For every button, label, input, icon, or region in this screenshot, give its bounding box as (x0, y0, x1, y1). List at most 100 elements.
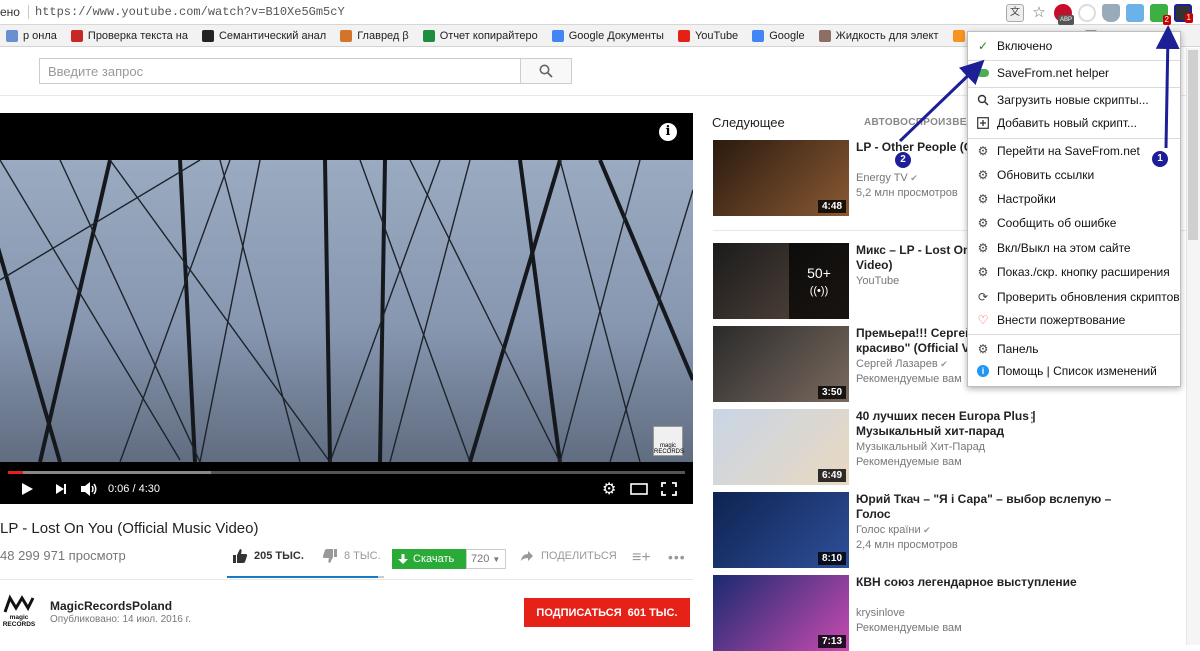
menu-item-refresh-links[interactable]: ⚙ Обновить ссылки (968, 164, 1180, 186)
square-extension-icon[interactable] (1126, 4, 1144, 22)
abp-icon[interactable]: ABP (1054, 4, 1074, 25)
theater-mode-button[interactable] (630, 479, 648, 499)
menu-label-panel: Панель (997, 342, 1039, 356)
savefrom-extension-icon[interactable]: 1 (1174, 4, 1193, 23)
video-thumbnail[interactable]: 8:10 (713, 492, 849, 568)
menu-label-enabled: Включено (997, 39, 1053, 53)
video-thumbnail[interactable]: 4:48 (713, 140, 849, 216)
menu-item-settings[interactable]: ⚙ Настройки (968, 188, 1180, 210)
menu-label-helper: SaveFrom.net helper (997, 66, 1110, 80)
like-count: 205 ТЫС. (254, 550, 304, 562)
menu-item-panel[interactable]: ⚙ Панель (968, 338, 1180, 360)
like-ratio-fill (227, 576, 378, 578)
video-thumbnail[interactable]: 50+ ((•)) (713, 243, 849, 319)
like-button[interactable]: 205 ТЫС. (232, 548, 304, 564)
settings-button[interactable]: ⚙ (602, 479, 616, 499)
bookmark-star-icon[interactable]: ☆ (1030, 4, 1048, 22)
video-thumbnail[interactable]: 7:13 (713, 575, 849, 651)
menu-item-show-hide-button[interactable]: ⚙ Показ./скр. кнопку расширения (968, 261, 1180, 283)
subscribe-button[interactable]: ПОДПИСАТЬСЯ 601 ТЫС. (524, 598, 690, 627)
recommendation-item[interactable]: 3:50 Премьера!!! Сергей Лазарев - "Так кр… (713, 326, 1061, 402)
scrollbar-thumb[interactable] (1188, 50, 1198, 240)
video-player[interactable]: i magic RECORDS 0:06 / 4:30 ⚙ (0, 113, 693, 504)
bookmark-item[interactable]: Google (746, 29, 812, 42)
menu-item-enabled[interactable]: ✓ Включено (968, 35, 1180, 57)
channel-name: YouTube (856, 275, 900, 287)
toggle-on-icon (977, 67, 989, 79)
bookmark-item[interactable]: Главред β (334, 29, 417, 42)
menu-item-helper[interactable]: SaveFrom.net helper (968, 62, 1180, 84)
shield-extension-icon[interactable] (1102, 4, 1120, 22)
gears-icon: ⚙ (977, 265, 989, 279)
more-vert-icon[interactable]: ⋮ (1025, 409, 1039, 426)
duration-badge: 6:49 (817, 469, 846, 482)
recommendation-item[interactable]: 8:10 Юрий Ткач – "Я і Сара" – выбор вслеп… (713, 492, 1111, 568)
bookmark-item[interactable]: Проверка текста на (65, 29, 196, 42)
info-icon[interactable]: i (659, 123, 677, 141)
more-options-icon[interactable]: ••• (668, 549, 686, 565)
menu-item-goto-savefrom[interactable]: ⚙ Перейти на SaveFrom.net (968, 140, 1180, 162)
recommendation-item[interactable]: 7:13 КВН союз легендарное выступление krys… (713, 575, 1077, 651)
search-input[interactable]: Введите запрос (39, 58, 521, 84)
menu-item-help[interactable]: i Помощь | Список изменений (968, 360, 1180, 382)
fullscreen-button[interactable] (661, 479, 677, 499)
bookmark-item[interactable]: Семантический анал (196, 29, 334, 42)
video-thumbnail[interactable]: 3:50 (713, 326, 849, 402)
bookmark-label: р онла (23, 29, 57, 42)
recommendation-meta: Рекомендуемые вам (856, 456, 962, 468)
bookmark-item[interactable]: р онла (0, 29, 65, 42)
menu-label-help: Помощь | Список изменений (997, 364, 1157, 378)
menu-item-donate[interactable]: ♡ Внести пожертвование (968, 309, 1180, 331)
recommendation-title[interactable]: 40 лучших песен Europa Plus | Музыкальны… (856, 409, 1116, 439)
menu-label-goto-savefrom: Перейти на SaveFrom.net (997, 144, 1140, 158)
channel-name: Голос країни (856, 524, 921, 536)
recommendation-item[interactable]: 4:48LP - Other People (Official Music Vi… (713, 140, 1082, 216)
menu-item-report-error[interactable]: ⚙ Сообщить об ошибке (968, 212, 1180, 234)
share-button[interactable]: ПОДЕЛИТЬСЯ (520, 550, 617, 562)
download-label: Скачать (413, 553, 455, 565)
video-frame[interactable] (0, 159, 693, 463)
autoplay-label: АВТОВОСПРОИЗВЕД (864, 117, 975, 128)
bookmark-label: YouTube (694, 29, 739, 42)
subscribe-label: ПОДПИСАТЬСЯ (536, 606, 622, 619)
download-button[interactable]: Скачать (392, 549, 466, 569)
bookmark-label: Семантический анал (218, 29, 327, 42)
progress-bar[interactable] (8, 471, 685, 474)
url-input[interactable]: https://www.youtube.com/watch?v=B10Xe5Gm… (35, 5, 345, 19)
download-arrow-icon (398, 553, 408, 564)
volume-button[interactable] (80, 479, 98, 499)
video-thumbnail[interactable]: 6:49 (713, 409, 849, 485)
bridge-cables-image (0, 159, 693, 463)
add-to-playlist-icon[interactable]: ≡+ (632, 549, 651, 567)
recommendation-title[interactable]: КВН союз легендарное выступление (856, 575, 1116, 590)
menu-label-check-updates: Проверить обновления скриптов (997, 290, 1180, 304)
menu-item-add-script[interactable]: Добавить новый скрипт... (968, 112, 1180, 134)
channel-name[interactable]: MagicRecordsPoland (50, 599, 172, 613)
gears-icon: ⚙ (977, 241, 989, 255)
gears-icon: ⚙ (977, 216, 989, 230)
search-button[interactable] (520, 58, 572, 84)
menu-item-load-scripts[interactable]: Загрузить новые скрипты... (968, 89, 1180, 111)
recommendation-channel: Сергей Лазарев ✔ (856, 357, 948, 372)
bookmark-item[interactable]: Жидкость для элект (813, 29, 947, 42)
magic-records-watermark: magic RECORDS (653, 426, 684, 456)
green-extension-icon[interactable]: 2 (1150, 4, 1171, 25)
menu-item-check-updates[interactable]: ⟳ Проверить обновления скриптов (968, 286, 1180, 308)
translate-icon[interactable]: 文 (1006, 4, 1024, 22)
quality-select[interactable]: 720 ▼ (466, 549, 506, 569)
bookmark-item[interactable]: Google Документы (546, 29, 672, 42)
search-icon (977, 94, 989, 106)
recommendation-channel: krysinlove (856, 606, 905, 621)
next-button[interactable] (54, 479, 68, 499)
circle-extension-icon[interactable] (1078, 4, 1096, 22)
mix-count: 50+ (807, 265, 831, 281)
dislike-button[interactable]: 8 ТЫС. (322, 548, 381, 564)
recommendation-channel: YouTube (856, 274, 899, 289)
menu-item-toggle-site[interactable]: ⚙ Вкл/Выкл на этом сайте (968, 237, 1180, 259)
recommendation-item[interactable]: 50+((•))Микс – LP - Lost On You (Officia… (713, 243, 1081, 319)
bookmark-item[interactable]: Отчет копирайтеро (417, 29, 546, 42)
recommendation-title[interactable]: Юрий Ткач – "Я і Сара" – выбор вслепую –… (856, 492, 1116, 522)
recommendation-item[interactable]: 6:49 40 лучших песен Europa Plus | Музыка… (713, 409, 1039, 485)
play-button[interactable] (20, 479, 34, 499)
bookmark-item[interactable]: YouTube (672, 29, 746, 42)
